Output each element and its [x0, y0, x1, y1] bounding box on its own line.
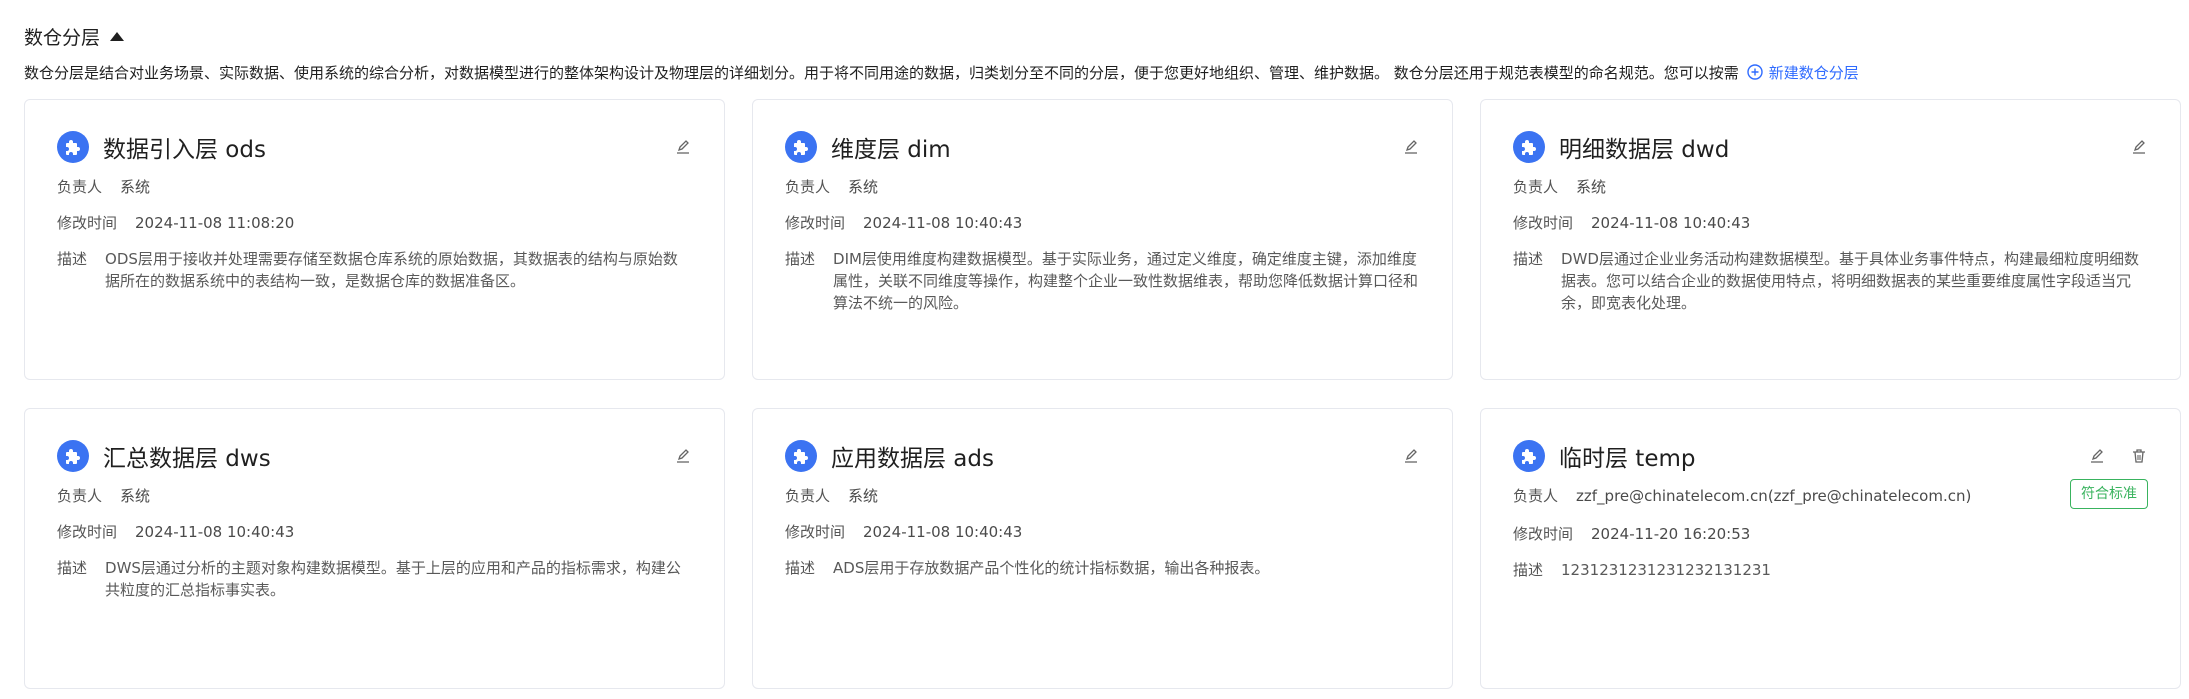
modified-label: 修改时间 — [1513, 214, 1574, 232]
modified-label: 修改时间 — [57, 214, 118, 232]
card-title: 临时层 temp — [1559, 446, 1696, 472]
card-title: 明细数据层 dwd — [1559, 137, 1730, 163]
desc-value: DIM层使用维度构建数据模型。基于实际业务，通过定义维度，确定维度主键，添加维度… — [833, 250, 1419, 312]
edit-icon[interactable] — [674, 447, 692, 465]
owner-label: 负责人 — [57, 487, 103, 505]
puzzle-icon — [785, 440, 817, 472]
modified-label: 修改时间 — [785, 523, 846, 541]
page: 数仓分层 数仓分层是结合对业务场景、实际数据、使用系统的综合分析，对数据模型进行… — [0, 0, 2189, 699]
card-title: 应用数据层 ads — [831, 446, 994, 472]
section-intro: 数仓分层是结合对业务场景、实际数据、使用系统的综合分析，对数据模型进行的整体架构… — [24, 60, 1859, 84]
layer-card-ads: 应用数据层 ads 负责人 系统 修改时间 2024-11-08 10:40:43 … — [752, 408, 1453, 689]
desc-value: 1231231231231232131231 — [1561, 561, 1771, 579]
desc-value: ODS层用于接收并处理需要存储至数据仓库系统的原始数据，其数据表的结构与原始数据… — [105, 250, 678, 290]
layer-card-dwd: 明细数据层 dwd 负责人 系统 修改时间 2024-11-08 10:40:43 … — [1480, 99, 2181, 380]
modified-label: 修改时间 — [785, 214, 846, 232]
desc-label: 描述 — [785, 559, 816, 577]
owner-label: 负责人 — [57, 178, 103, 196]
card-title: 数据引入层 ods — [103, 137, 266, 163]
new-layer-label: 新建数仓分层 — [1768, 63, 1859, 82]
section-header[interactable]: 数仓分层 — [24, 20, 125, 52]
modified-value: 2024-11-08 10:40:43 — [135, 523, 295, 541]
layer-card-temp: 临时层 temp 负责人 zzf_pre@chinatelecom.cn(zzf… — [1480, 408, 2181, 689]
owner-value: zzf_pre@chinatelecom.cn(zzf_pre@chinatel… — [1576, 487, 1972, 505]
card-title: 汇总数据层 dws — [103, 446, 271, 472]
puzzle-icon — [57, 440, 89, 472]
owner-value: 系统 — [848, 487, 879, 505]
layer-card-dws: 汇总数据层 dws 负责人 系统 修改时间 2024-11-08 10:40:43 … — [24, 408, 725, 689]
modified-value: 2024-11-20 16:20:53 — [1591, 525, 1751, 543]
desc-label: 描述 — [57, 559, 88, 577]
desc-label: 描述 — [1513, 250, 1544, 268]
desc-value: DWS层通过分析的主题对象构建数据模型。基于上层的应用和产品的指标需求，构建公共… — [105, 559, 681, 599]
layer-card-ods: 数据引入层 ods 负责人 系统 修改时间 2024-11-08 11:08:20 … — [24, 99, 725, 380]
trash-icon[interactable] — [2130, 447, 2148, 465]
owner-value: 系统 — [848, 178, 879, 196]
modified-value: 2024-11-08 10:40:43 — [863, 523, 1023, 541]
plus-circle-icon — [1747, 64, 1763, 80]
owner-label: 负责人 — [785, 178, 831, 196]
collapse-caret-icon[interactable] — [110, 31, 125, 41]
edit-icon[interactable] — [1402, 138, 1420, 156]
modified-value: 2024-11-08 10:40:43 — [863, 214, 1023, 232]
intro-text: 数仓分层是结合对业务场景、实际数据、使用系统的综合分析，对数据模型进行的整体架构… — [24, 63, 1739, 82]
desc-label: 描述 — [785, 250, 816, 268]
owner-label: 负责人 — [785, 487, 831, 505]
desc-label: 描述 — [1513, 561, 1544, 579]
desc-value: ADS层用于存放数据产品个性化的统计指标数据，输出各种报表。 — [833, 559, 1270, 577]
compliance-badge: 符合标准 — [2070, 479, 2148, 509]
owner-value: 系统 — [1576, 178, 1607, 196]
modified-value: 2024-11-08 10:40:43 — [1591, 214, 1751, 232]
puzzle-icon — [785, 131, 817, 163]
edit-icon[interactable] — [2088, 447, 2106, 465]
modified-label: 修改时间 — [1513, 525, 1574, 543]
owner-label: 负责人 — [1513, 178, 1559, 196]
edit-icon[interactable] — [2130, 138, 2148, 156]
new-layer-link[interactable]: 新建数仓分层 — [1747, 62, 1859, 83]
puzzle-icon — [1513, 440, 1545, 472]
desc-value: DWD层通过企业业务活动构建数据模型。基于具体业务事件特点，构建最细粒度明细数据… — [1561, 250, 2139, 312]
owner-value: 系统 — [120, 178, 151, 196]
modified-value: 2024-11-08 11:08:20 — [135, 214, 295, 232]
owner-label: 负责人 — [1513, 487, 1559, 505]
owner-value: 系统 — [120, 487, 151, 505]
modified-label: 修改时间 — [57, 523, 118, 541]
edit-icon[interactable] — [1402, 447, 1420, 465]
desc-label: 描述 — [57, 250, 88, 268]
puzzle-icon — [57, 131, 89, 163]
layer-card-dim: 维度层 dim 负责人 系统 修改时间 2024-11-08 10:40:43 描述… — [752, 99, 1453, 380]
edit-icon[interactable] — [674, 138, 692, 156]
section-title: 数仓分层 — [24, 26, 101, 49]
puzzle-icon — [1513, 131, 1545, 163]
card-title: 维度层 dim — [831, 137, 951, 163]
